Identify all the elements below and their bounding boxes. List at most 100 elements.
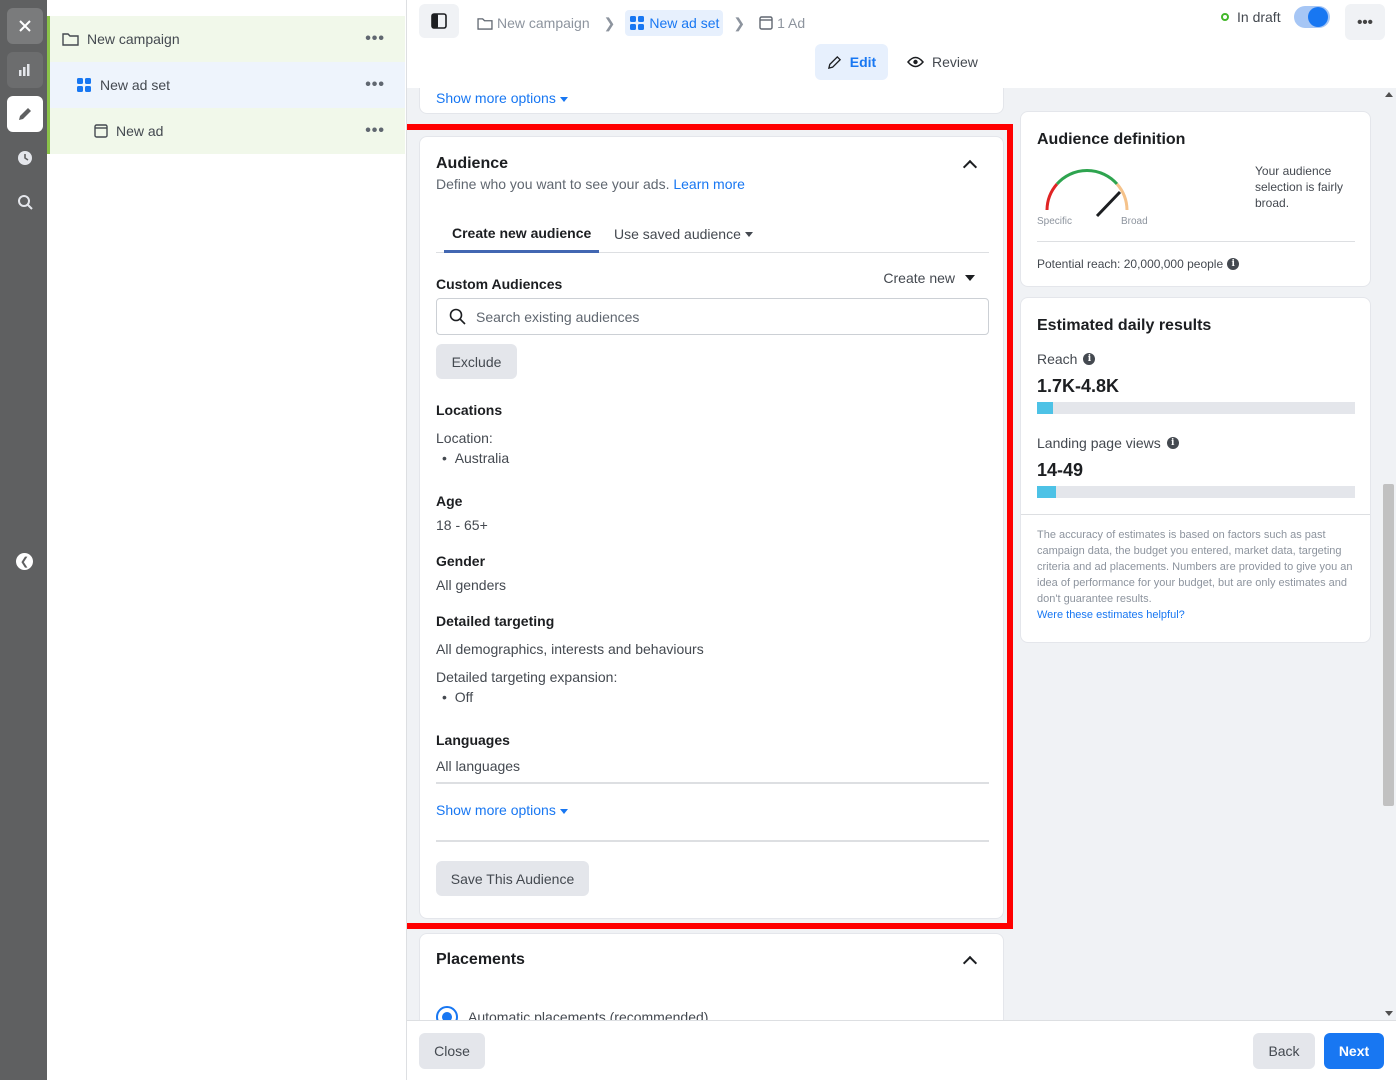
search-audiences-input[interactable]: Search existing audiences [436, 298, 989, 335]
tree-item-ad[interactable]: New ad ••• [47, 108, 405, 154]
tree-campaign-label: New campaign [87, 31, 180, 47]
reach-bar [1037, 402, 1355, 414]
clock-icon[interactable] [7, 140, 43, 176]
chevron-left-icon[interactable]: ❮ [16, 553, 33, 570]
caret-down-icon [744, 231, 753, 237]
close-button[interactable]: Close [419, 1033, 485, 1069]
chart-icon[interactable] [7, 52, 43, 88]
tab-edit[interactable]: Edit [815, 44, 888, 80]
potential-reach: Potential reach: 20,000,000 people i [1037, 257, 1240, 271]
chevron-right-icon: ❯ [603, 14, 616, 31]
divider [436, 840, 989, 842]
pencil-icon[interactable] [7, 96, 43, 132]
detailed-targeting-value: All demographics, interests and behaviou… [436, 641, 704, 657]
close-icon[interactable] [7, 8, 43, 44]
scroll-down-icon[interactable] [1385, 1011, 1393, 1016]
learn-more-link[interactable]: Learn more [673, 176, 745, 192]
scroll-thumb[interactable] [1383, 484, 1394, 806]
targeting-expansion-value: • Off [442, 689, 474, 705]
info-icon[interactable]: i [1083, 353, 1096, 365]
languages-value: All languages [436, 758, 521, 774]
show-more-options-link[interactable]: Show more options [436, 90, 568, 106]
chevron-right-icon: ❯ [733, 14, 746, 31]
automatic-placements-radio[interactable] [436, 1006, 458, 1020]
divider [436, 782, 989, 784]
draft-status: In draft [1221, 9, 1281, 25]
top-bar: New campaign ❯ New ad set ❯ 1 Ad In draf… [407, 0, 1396, 88]
tab-use-saved-audience[interactable]: Use saved audience [606, 215, 761, 253]
landing-page-views-label: Landing page views i [1037, 435, 1179, 451]
save-audience-button[interactable]: Save This Audience [436, 861, 589, 896]
breadcrumb-ad[interactable]: 1 Ad [755, 10, 809, 36]
locations-label: Locations [436, 402, 503, 418]
breadcrumb: New campaign ❯ New ad set ❯ 1 Ad [473, 10, 809, 36]
show-more-options-link[interactable]: Show more options [436, 802, 568, 818]
languages-label: Languages [436, 732, 510, 748]
automatic-placements-label: Automatic placements (recommended) [468, 1009, 709, 1020]
footer-bar: Close Back Next [407, 1020, 1396, 1080]
triangle-down-icon [965, 275, 975, 281]
landing-page-views-value: 14-49 [1037, 460, 1084, 480]
gender-label: Gender [436, 553, 486, 569]
eye-icon [907, 56, 924, 68]
gauge-icon [1045, 169, 1129, 218]
audience-card: Audience Define who you want to see your… [419, 136, 1004, 919]
audience-definition-title: Audience definition [1037, 131, 1186, 148]
tree-item-ad-set[interactable]: New ad set ••• [47, 62, 405, 108]
divider [1037, 241, 1355, 242]
tab-create-new-audience[interactable]: Create new audience [444, 215, 600, 253]
left-rail: ❮ [0, 0, 47, 1080]
search-icon [449, 308, 466, 325]
info-icon[interactable]: i [1227, 258, 1240, 270]
placements-title: Placements [436, 951, 525, 968]
collapse-icon[interactable] [962, 159, 978, 175]
reach-bar-fill [1037, 402, 1053, 414]
tab-review[interactable]: Review [907, 44, 978, 80]
landing-page-views-bar [1037, 486, 1355, 498]
reach-label: Reach i [1037, 351, 1096, 367]
audience-definition-description: Your audience selection is fairly broad. [1255, 164, 1344, 210]
estimates-helpful-link[interactable]: Were these estimates helpful? [1037, 609, 1185, 621]
placements-card: Placements Automatic placements (recomme… [419, 933, 1004, 1020]
gender-value: All genders [436, 577, 507, 593]
collapse-icon[interactable] [962, 955, 978, 971]
estimated-results-title: Estimated daily results [1037, 317, 1212, 334]
audience-tabs: Create new audience Use saved audience [436, 215, 989, 253]
next-button[interactable]: Next [1324, 1033, 1384, 1069]
custom-audiences-label: Custom Audiences [436, 276, 563, 292]
more-options-button[interactable]: ••• [1345, 4, 1385, 40]
breadcrumb-campaign[interactable]: New campaign [473, 10, 594, 36]
more-icon[interactable]: ••• [365, 76, 385, 94]
breadcrumb-ad-set[interactable]: New ad set [625, 10, 724, 36]
pencil-icon [827, 55, 841, 69]
age-value: 18 - 65+ [436, 517, 488, 533]
status-dot-icon [1221, 13, 1229, 21]
previous-section-card: Show more options [419, 88, 1004, 114]
exclude-button[interactable]: Exclude [436, 344, 517, 379]
audience-subtitle: Define who you want to see your ads. Lea… [436, 176, 745, 192]
divider [1021, 514, 1370, 515]
main-content: Show more options Audience Define who yo… [407, 88, 1396, 1020]
panel-toggle-icon[interactable] [419, 4, 459, 38]
info-icon[interactable]: i [1166, 437, 1179, 449]
folder-icon [477, 17, 493, 30]
ad-icon [94, 124, 108, 138]
back-button[interactable]: Back [1253, 1033, 1315, 1069]
more-icon[interactable]: ••• [365, 30, 385, 48]
landing-page-views-bar-fill [1037, 486, 1057, 498]
tree-item-campaign[interactable]: New campaign ••• [47, 16, 405, 62]
scroll-up-icon[interactable] [1385, 92, 1393, 97]
campaign-tree: New campaign ••• New ad set ••• New ad •… [47, 0, 407, 1080]
gauge-broad-label: Broad [1121, 216, 1148, 227]
folder-icon [62, 32, 79, 46]
gauge-specific-label: Specific [1037, 216, 1073, 227]
detailed-targeting-label: Detailed targeting [436, 613, 555, 629]
grid-icon [630, 16, 645, 30]
more-icon[interactable]: ••• [365, 122, 385, 140]
search-chart-icon[interactable] [7, 184, 43, 220]
scrollbar[interactable] [1381, 88, 1396, 1020]
create-new-dropdown[interactable]: Create new [883, 270, 975, 286]
reach-value: 1.7K-4.8K [1037, 376, 1120, 396]
location-value: • Australia [442, 450, 510, 466]
draft-toggle[interactable] [1294, 6, 1330, 28]
